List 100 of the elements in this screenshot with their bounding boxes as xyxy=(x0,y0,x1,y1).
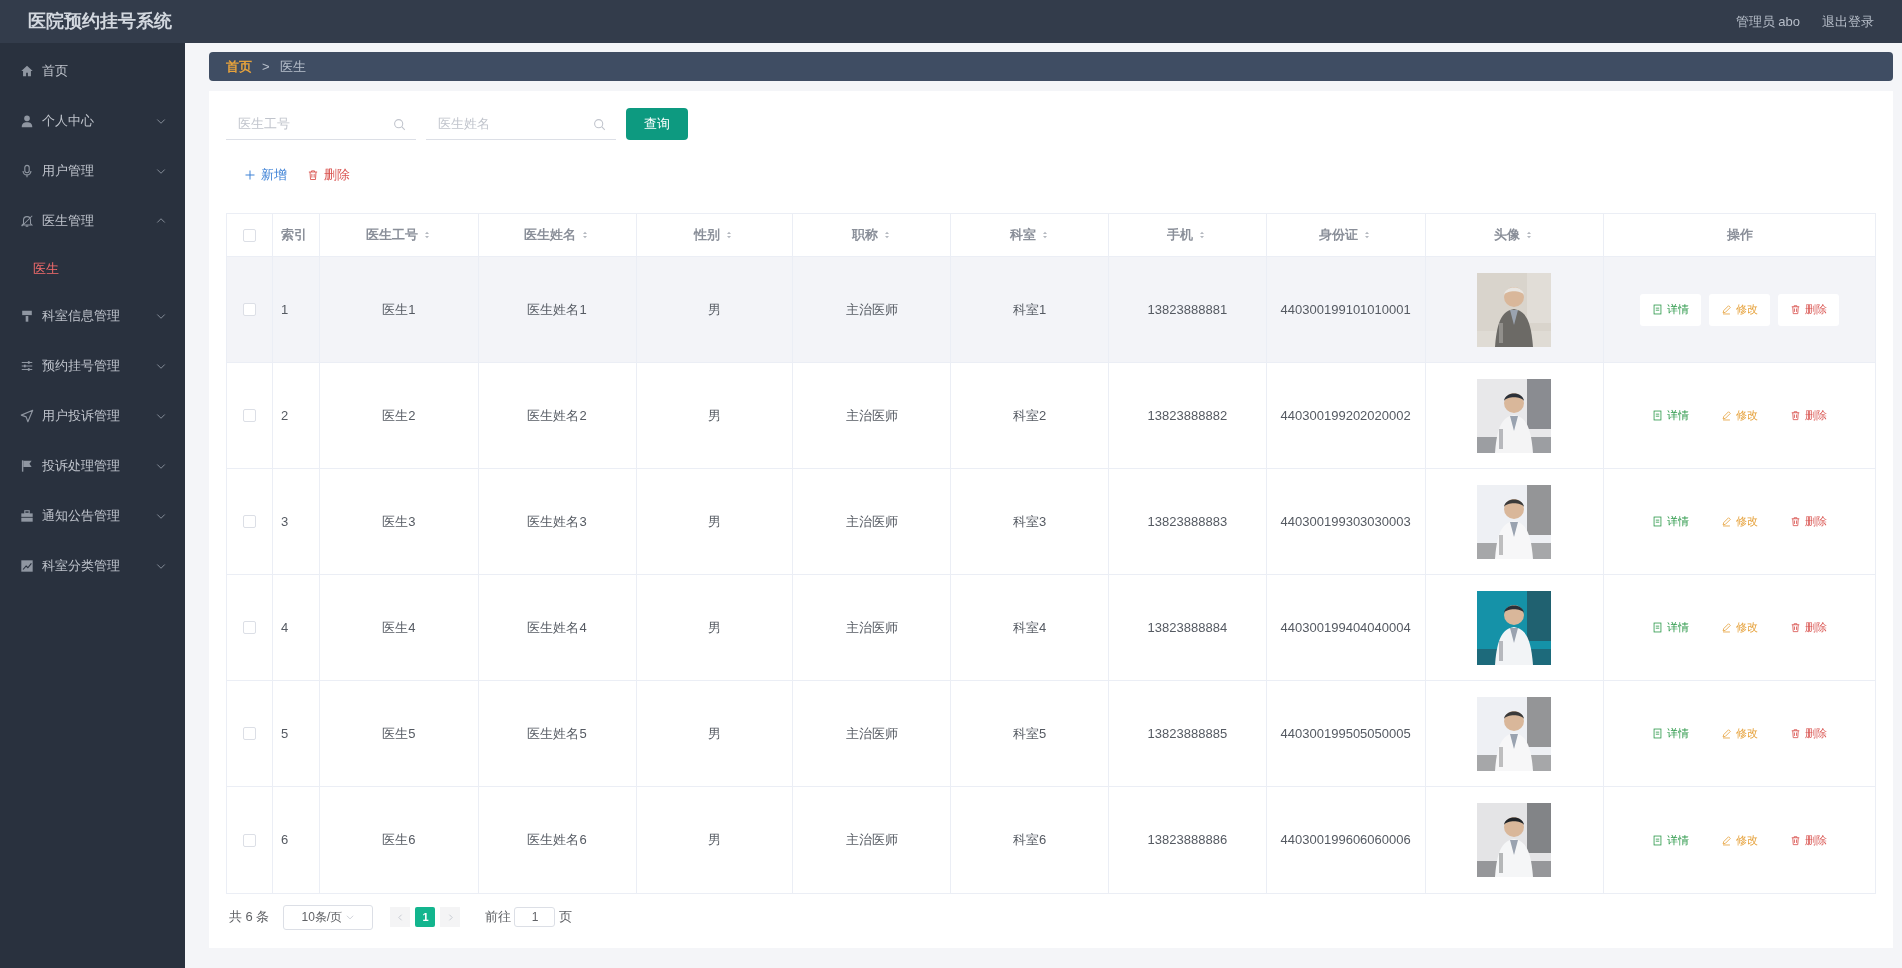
sidebar-item[interactable]: 科室分类管理 xyxy=(0,541,185,591)
delete-button[interactable]: 删除 xyxy=(1778,717,1840,750)
checkbox[interactable] xyxy=(242,621,256,634)
column-header[interactable]: 性别 xyxy=(694,225,735,245)
edit-button[interactable]: 修改 xyxy=(1709,824,1771,856)
sidebar-item[interactable]: 用户管理 xyxy=(0,146,185,196)
chevron-left-icon xyxy=(395,912,405,922)
checkbox[interactable] xyxy=(242,228,256,242)
edit-button[interactable]: 修改 xyxy=(1709,399,1771,432)
column-header[interactable]: 科室 xyxy=(1009,225,1050,245)
sidebar-item[interactable]: 首页 xyxy=(0,46,185,96)
table-cell-text: 13823888883 xyxy=(1147,512,1228,531)
checkbox[interactable] xyxy=(242,303,256,316)
detail-button[interactable]: 详情 xyxy=(1640,505,1702,538)
breadcrumb-item: 医生 xyxy=(279,57,306,76)
flag-icon xyxy=(20,459,34,473)
table-row[interactable]: 3 医生3 医生姓名3 男 主治医师 科室3 13823888883 440300199303030003 详情 修改 删除 xyxy=(227,469,1875,575)
detail-button[interactable]: 详情 xyxy=(1640,293,1702,326)
logout-link[interactable]: 退出登录 xyxy=(1822,11,1874,32)
table-row[interactable]: 5 医生5 医生姓名5 男 主治医师 科室5 13823888885 440300199505050005 详情 修改 删除 xyxy=(227,681,1875,787)
previous-page-button[interactable] xyxy=(390,907,411,927)
table-cell-text: 科室1 xyxy=(1012,300,1047,319)
add-button[interactable]: 新增 xyxy=(244,165,287,185)
sidebar-item[interactable]: 科室信息管理 xyxy=(0,291,185,341)
table-cell-text: 医生5 xyxy=(382,724,416,743)
column-header[interactable]: 职称 xyxy=(851,225,892,245)
checkbox[interactable] xyxy=(242,409,256,422)
sidebar-item[interactable]: 投诉处理管理 xyxy=(0,441,185,491)
table-cell-text: 13823888885 xyxy=(1147,724,1228,743)
user-icon xyxy=(20,114,34,128)
trash-icon xyxy=(1790,622,1802,633)
column-header[interactable]: 医生姓名 xyxy=(524,225,591,245)
table-cell-text: 440300199505050005 xyxy=(1280,724,1411,743)
table-cell-text: 医生姓名3 xyxy=(527,512,587,531)
delete-button[interactable]: 删除 xyxy=(1778,824,1840,856)
column-header: 操作 xyxy=(1726,226,1753,245)
table-row[interactable]: 4 医生4 医生姓名4 男 主治医师 科室4 13823888884 440300199404040004 详情 修改 删除 xyxy=(227,575,1875,681)
checkbox[interactable] xyxy=(242,515,256,528)
search-field[interactable]: 医生姓名 xyxy=(426,108,616,140)
page-size-select[interactable]: 10条/页 xyxy=(283,904,374,930)
sidebar-item[interactable]: 预约挂号管理 xyxy=(0,341,185,391)
column-header[interactable]: 医生工号 xyxy=(365,225,432,245)
table-cell-text: 医生姓名6 xyxy=(527,831,587,850)
delete-button[interactable]: 删除 xyxy=(1778,399,1840,432)
table-cell-text: 2 xyxy=(280,406,289,425)
detail-button[interactable]: 详情 xyxy=(1640,717,1702,750)
table-cell-text: 13823888886 xyxy=(1147,831,1228,850)
chart-icon xyxy=(20,559,34,573)
table-cell-text: 医生姓名2 xyxy=(527,406,587,425)
sidebar-subitem[interactable]: 医生 xyxy=(0,246,185,291)
breadcrumb-separator: > xyxy=(262,57,270,76)
document-icon xyxy=(1652,410,1664,421)
delete-button[interactable]: 删除 xyxy=(1778,611,1840,644)
detail-button[interactable]: 详情 xyxy=(1640,611,1702,644)
microphone-icon xyxy=(20,164,34,178)
edit-button[interactable]: 修改 xyxy=(1709,717,1771,750)
table-cell-text: 医生1 xyxy=(382,300,416,319)
edit-button[interactable]: 修改 xyxy=(1709,611,1771,644)
table-cell-text: 科室2 xyxy=(1012,406,1047,425)
document-icon xyxy=(1652,622,1664,633)
table-cell-text: 13823888881 xyxy=(1147,300,1228,319)
breadcrumb-item[interactable]: 首页 xyxy=(226,56,252,77)
column-header[interactable]: 身份证 xyxy=(1319,225,1373,245)
table-cell-text: 男 xyxy=(707,831,721,850)
delete-button[interactable]: 删除 xyxy=(1778,293,1840,326)
table-cell-text: 科室3 xyxy=(1012,512,1047,531)
pencil-icon xyxy=(1721,622,1733,633)
total-count: 共 6 条 xyxy=(229,908,270,927)
sidebar-item[interactable]: 用户投诉管理 xyxy=(0,391,185,441)
table-cell-text: 男 xyxy=(707,406,721,425)
table-row[interactable]: 2 医生2 医生姓名2 男 主治医师 科室2 13823888882 440300199202020002 详情 修改 删除 xyxy=(227,363,1875,469)
page-number-field[interactable]: 1 xyxy=(514,907,556,927)
table-cell-text: 科室6 xyxy=(1012,831,1047,850)
sidebar-item[interactable]: 个人中心 xyxy=(0,96,185,146)
query-button[interactable]: 查询 xyxy=(626,108,688,140)
page-button[interactable]: 1 xyxy=(415,907,436,927)
column-header[interactable]: 手机 xyxy=(1167,225,1208,245)
table-cell-text: 440300199202020002 xyxy=(1280,406,1411,425)
column-header[interactable]: 头像 xyxy=(1494,225,1535,245)
table-cell-text: 主治医师 xyxy=(845,618,898,637)
table-cell-text: 主治医师 xyxy=(845,512,898,531)
table-cell-text: 医生姓名5 xyxy=(527,724,587,743)
edit-button[interactable]: 修改 xyxy=(1709,505,1771,538)
trash-icon xyxy=(1790,410,1802,421)
edit-button[interactable]: 修改 xyxy=(1709,293,1771,326)
search-field[interactable]: 医生工号 xyxy=(226,108,416,140)
sidebar-item[interactable]: 通知公告管理 xyxy=(0,491,185,541)
table-row[interactable]: 1 医生1 医生姓名1 男 主治医师 科室1 13823888881 440300199101010001 详情 修改 删除 xyxy=(227,257,1875,363)
detail-button[interactable]: 详情 xyxy=(1640,399,1702,432)
sidebar-item[interactable]: 医生管理 xyxy=(0,196,185,246)
checkbox[interactable] xyxy=(242,727,256,740)
checkbox[interactable] xyxy=(242,833,256,847)
table-cell-text: 1 xyxy=(280,300,289,319)
delete-button[interactable]: 删除 xyxy=(307,165,350,185)
delete-button[interactable]: 删除 xyxy=(1778,505,1840,538)
pencil-icon xyxy=(1721,410,1733,421)
next-page-button[interactable] xyxy=(440,907,461,927)
search-icon xyxy=(393,118,406,131)
document-icon xyxy=(1652,516,1664,527)
detail-button[interactable]: 详情 xyxy=(1640,824,1702,856)
